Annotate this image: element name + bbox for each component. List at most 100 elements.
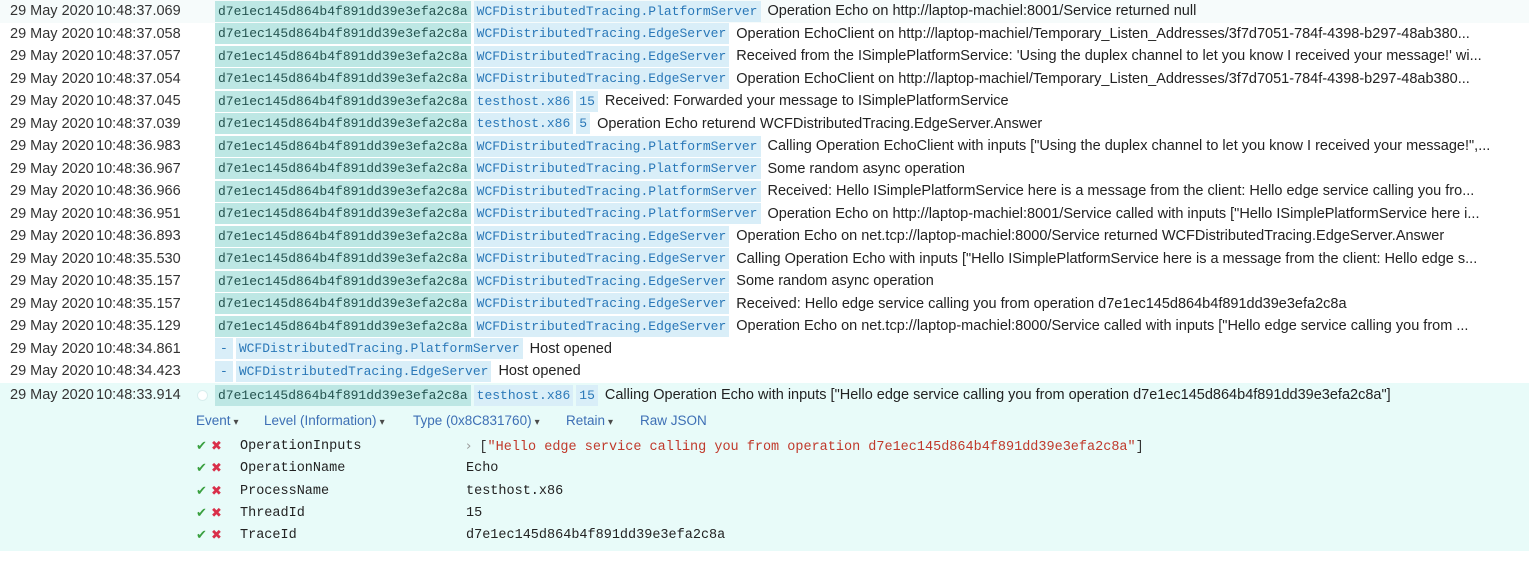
source-tag[interactable]: WCFDistributedTracing.EdgeServer	[473, 248, 730, 270]
trace-id-tag[interactable]: d7e1ec145d864b4f891dd39e3efa2c8a	[215, 113, 471, 135]
event-row[interactable]: 29 May 2020 10:48:36.951 d7e1ec145d864b4f8…	[0, 203, 1529, 226]
trace-id-tag[interactable]: d7e1ec145d864b4f891dd39e3efa2c8a	[215, 270, 471, 292]
trace-id-tag[interactable]: d7e1ec145d864b4f891dd39e3efa2c8a	[215, 180, 471, 202]
event-row[interactable]: 29 May 2020 10:48:35.157 d7e1ec145d864b4f8…	[0, 293, 1529, 316]
event-list: 29 May 2020 10:48:37.069 d7e1ec145d864b4f8…	[0, 0, 1529, 383]
event-content: d7e1ec145d864b4f891dd39e3efa2c8a testhost…	[215, 90, 1519, 112]
event-content: - WCFDistributedTracing.EdgeServer Host op…	[215, 360, 1519, 382]
check-icon[interactable]: ✔	[196, 528, 207, 543]
event-date: 29 May 2020	[10, 205, 94, 222]
trace-id-tag[interactable]: d7e1ec145d864b4f891dd39e3efa2c8a	[215, 225, 471, 247]
source-tag[interactable]: WCFDistributedTracing.EdgeServer	[473, 315, 730, 337]
event-row[interactable]: 29 May 2020 10:48:36.966 d7e1ec145d864b4f8…	[0, 180, 1529, 203]
event-time: 10:48:37.054	[96, 70, 181, 87]
cross-icon[interactable]: ✖	[211, 506, 222, 521]
trace-id-tag[interactable]: d7e1ec145d864b4f891dd39e3efa2c8a	[215, 158, 471, 180]
selected-event-row[interactable]: 29 May 2020 10:48:33.914 d7e1ec145d864b4…	[0, 383, 1529, 408]
event-row[interactable]: 29 May 2020 10:48:36.893 d7e1ec145d864b4f8…	[0, 225, 1529, 248]
source-tag[interactable]: WCFDistributedTracing.PlatformServer	[473, 158, 761, 180]
event-message: Received from the ISimplePlatformService…	[736, 48, 1482, 65]
event-date: 29 May 2020	[10, 160, 94, 177]
level-menu-button[interactable]: Level (Information) ▾	[264, 413, 385, 428]
event-time: 10:48:35.157	[96, 273, 181, 290]
check-icon[interactable]: ✔	[196, 461, 207, 476]
selected-event[interactable]: 29 May 2020 10:48:33.914 d7e1ec145d864b4…	[0, 382, 1529, 551]
trace-id-tag[interactable]: d7e1ec145d864b4f891dd39e3efa2c8a	[215, 203, 471, 225]
cross-icon[interactable]: ✖	[211, 484, 222, 499]
event-date: 29 May 2020	[10, 295, 94, 312]
event-row[interactable]: 29 May 2020 10:48:35.530 d7e1ec145d864b4f8…	[0, 248, 1529, 271]
thread-id-tag[interactable]: 5	[576, 113, 591, 135]
thread-id-tag[interactable]: 15	[576, 90, 598, 112]
event-date: 29 May 2020	[10, 273, 94, 290]
source-tag[interactable]: WCFDistributedTracing.EdgeServer	[473, 45, 730, 67]
cross-icon[interactable]: ✖	[211, 439, 222, 454]
event-content: - WCFDistributedTracing.PlatformServer Hos…	[215, 338, 1519, 360]
event-row[interactable]: 29 May 2020 10:48:35.129 d7e1ec145d864b4f8…	[0, 315, 1529, 338]
cross-icon[interactable]: ✖	[211, 461, 222, 476]
source-tag[interactable]: WCFDistributedTracing.EdgeServer	[473, 23, 730, 45]
trace-id-tag[interactable]: -	[215, 338, 233, 360]
event-row[interactable]: 29 May 2020 10:48:34.423 - WCFDistributedTr…	[0, 360, 1529, 383]
event-message: Operation Echo on http://laptop-machiel:…	[767, 205, 1480, 222]
event-row[interactable]: 29 May 2020 10:48:35.157 d7e1ec145d864b4f8…	[0, 270, 1529, 293]
trace-id-tag[interactable]: -	[215, 360, 233, 382]
retain-menu-button[interactable]: Retain ▾	[566, 413, 613, 428]
event-date: 29 May 2020	[10, 318, 94, 335]
source-tag[interactable]: WCFDistributedTracing.EdgeServer	[473, 225, 730, 247]
event-time: 10:48:36.893	[96, 228, 181, 245]
thread-id-tag[interactable]: 15	[576, 384, 598, 406]
check-icon[interactable]: ✔	[196, 506, 207, 521]
trace-id-tag[interactable]: d7e1ec145d864b4f891dd39e3efa2c8a	[215, 384, 471, 406]
event-row[interactable]: 29 May 2020 10:48:36.967 d7e1ec145d864b4f8…	[0, 158, 1529, 181]
event-date: 29 May 2020	[10, 48, 94, 65]
source-tag[interactable]: testhost.x86	[473, 90, 574, 112]
event-row[interactable]: 29 May 2020 10:48:37.057 d7e1ec145d864b4f8…	[0, 45, 1529, 68]
trace-id-tag[interactable]: d7e1ec145d864b4f891dd39e3efa2c8a	[215, 135, 471, 157]
source-tag[interactable]: WCFDistributedTracing.PlatformServer	[235, 338, 523, 360]
check-icon[interactable]: ✔	[196, 484, 207, 499]
trace-id-tag[interactable]: d7e1ec145d864b4f891dd39e3efa2c8a	[215, 45, 471, 67]
trace-id-tag[interactable]: d7e1ec145d864b4f891dd39e3efa2c8a	[215, 23, 471, 45]
trace-id-tag[interactable]: d7e1ec145d864b4f891dd39e3efa2c8a	[215, 248, 471, 270]
event-row[interactable]: 29 May 2020 10:48:37.039 d7e1ec145d864b4f8…	[0, 113, 1529, 136]
event-date: 29 May 2020	[10, 228, 94, 245]
source-tag[interactable]: WCFDistributedTracing.EdgeServer	[235, 360, 492, 382]
event-row[interactable]: 29 May 2020 10:48:37.054 d7e1ec145d864b4f8…	[0, 68, 1529, 91]
source-tag[interactable]: testhost.x86	[473, 113, 574, 135]
event-content: d7e1ec145d864b4f891dd39e3efa2c8a WCFDistr…	[215, 45, 1519, 67]
trace-id-tag[interactable]: d7e1ec145d864b4f891dd39e3efa2c8a	[215, 0, 471, 22]
raw-json-link[interactable]: Raw JSON	[640, 413, 707, 428]
event-content: d7e1ec145d864b4f891dd39e3efa2c8a WCFDistr…	[215, 203, 1519, 225]
event-content: d7e1ec145d864b4f891dd39e3efa2c8a WCFDistr…	[215, 270, 1519, 292]
trace-id-tag[interactable]: d7e1ec145d864b4f891dd39e3efa2c8a	[215, 68, 471, 90]
source-tag[interactable]: WCFDistributedTracing.EdgeServer	[473, 68, 730, 90]
source-tag[interactable]: WCFDistributedTracing.PlatformServer	[473, 180, 761, 202]
event-time: 10:48:37.057	[96, 48, 181, 65]
source-tag[interactable]: WCFDistributedTracing.PlatformServer	[473, 0, 761, 22]
expand-chevron-icon[interactable]: ›	[466, 438, 471, 454]
event-content: d7e1ec145d864b4f891dd39e3efa2c8a WCFDistr…	[215, 68, 1519, 90]
event-row[interactable]: 29 May 2020 10:48:37.045 d7e1ec145d864b4f8…	[0, 90, 1529, 113]
event-row[interactable]: 29 May 2020 10:48:37.058 d7e1ec145d864b4f8…	[0, 23, 1529, 46]
event-time: 10:48:33.914	[96, 387, 181, 403]
source-tag[interactable]: WCFDistributedTracing.EdgeServer	[473, 293, 730, 315]
cross-icon[interactable]: ✖	[211, 528, 222, 543]
type-menu-button[interactable]: Type (0x8C831760) ▾	[413, 413, 540, 428]
source-tag[interactable]: testhost.x86	[473, 384, 574, 406]
event-menu-button[interactable]: Event ▾	[196, 413, 239, 428]
trace-id-tag[interactable]: d7e1ec145d864b4f891dd39e3efa2c8a	[215, 90, 471, 112]
event-row[interactable]: 29 May 2020 10:48:34.861 - WCFDistributedTr…	[0, 338, 1529, 361]
event-row[interactable]: 29 May 2020 10:48:37.069 d7e1ec145d864b4f8…	[0, 0, 1529, 23]
event-row[interactable]: 29 May 2020 10:48:36.983 d7e1ec145d864b4f8…	[0, 135, 1529, 158]
property-value: › ["Hello edge service calling you from o…	[466, 438, 1144, 455]
event-content: d7e1ec145d864b4f891dd39e3efa2c8a WCFDistr…	[215, 315, 1519, 337]
trace-id-tag[interactable]: d7e1ec145d864b4f891dd39e3efa2c8a	[215, 315, 471, 337]
property-name: ThreadId	[240, 506, 305, 522]
check-icon[interactable]: ✔	[196, 439, 207, 454]
event-log: 29 May 2020 10:48:37.069 d7e1ec145d864b4f8…	[0, 0, 1529, 551]
source-tag[interactable]: WCFDistributedTracing.PlatformServer	[473, 135, 761, 157]
source-tag[interactable]: WCFDistributedTracing.EdgeServer	[473, 270, 730, 292]
source-tag[interactable]: WCFDistributedTracing.PlatformServer	[473, 203, 761, 225]
trace-id-tag[interactable]: d7e1ec145d864b4f891dd39e3efa2c8a	[215, 293, 471, 315]
